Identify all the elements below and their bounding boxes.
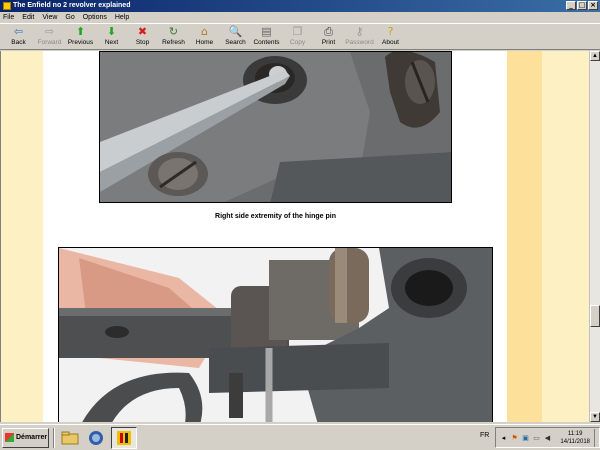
right-outer-band: [542, 51, 589, 422]
toolbar-button-about[interactable]: ? About: [375, 24, 406, 50]
scroll-down-arrow-icon[interactable]: ▼: [590, 412, 600, 422]
menu-options[interactable]: Options: [83, 14, 107, 21]
start-label: Démarrer: [16, 434, 48, 441]
toolbar-button-next[interactable]: ⬇ Next: [96, 24, 127, 50]
toolbar-button-refresh[interactable]: ↻ Refresh: [158, 24, 189, 50]
print-icon: ⎙: [324, 25, 333, 38]
menu-go[interactable]: Go: [65, 14, 74, 21]
taskbar-item-help-viewer[interactable]: [111, 426, 137, 449]
toolbar-button-previous[interactable]: ⬆ Previous: [65, 24, 96, 50]
network-icon[interactable]: ▣: [521, 433, 530, 442]
toolbar-button-home[interactable]: ⌂ Home: [189, 24, 220, 50]
menu-file[interactable]: File: [3, 14, 14, 21]
menu-edit[interactable]: Edit: [22, 14, 34, 21]
security-shield-icon[interactable]: ⚑: [510, 433, 519, 442]
windows-logo-icon: [5, 433, 14, 442]
toolbar-button-label: Print: [321, 39, 336, 46]
toolbar-button-label: Back: [11, 39, 26, 46]
key-icon: ⚷: [355, 25, 364, 38]
clock-date: 14/11/2018: [560, 438, 590, 445]
contents-icon: ▤: [261, 25, 272, 38]
window-title: The Enfield no 2 revolver explained: [13, 2, 131, 9]
window-controls: _ □ ×: [566, 1, 598, 10]
forward-arrow-icon: ⇨: [44, 25, 55, 38]
system-tray: ◂ ⚑ ▣ ▭ ◀ 11:19 14/11/2018: [495, 427, 600, 448]
menu-help[interactable]: Help: [115, 14, 129, 21]
close-button[interactable]: ×: [588, 1, 598, 10]
toolbar-button-copy[interactable]: ❐ Copy: [282, 24, 313, 50]
toolbar-button-label: Forward: [37, 39, 62, 46]
maximize-button[interactable]: □: [577, 1, 587, 10]
hinge-pin-photo: [99, 51, 452, 203]
explorer-folder-icon[interactable]: [59, 428, 81, 448]
clock[interactable]: 11:19 14/11/2018: [560, 430, 590, 446]
display-icon[interactable]: ▭: [532, 433, 541, 442]
clock-time: 11:19: [567, 430, 583, 437]
taskbar-separator: [53, 427, 55, 448]
toolbar-button-contents[interactable]: ▤ Contents: [251, 24, 282, 50]
title-bar[interactable]: The Enfield no 2 revolver explained _ □ …: [0, 0, 600, 12]
language-indicator[interactable]: FR: [480, 432, 489, 439]
back-arrow-icon: ⇦: [13, 25, 24, 38]
toolbar-button-label: Password: [345, 39, 374, 46]
start-button[interactable]: Démarrer: [2, 427, 49, 448]
revolver-frame-photo: [58, 247, 493, 422]
toolbar-button-label: Stop: [135, 39, 150, 46]
toolbar-button-label: Previous: [67, 39, 94, 46]
show-desktop-icon[interactable]: [594, 428, 599, 447]
thunderbird-icon[interactable]: [85, 428, 107, 448]
taskbar: Démarrer FR ◂ ⚑ ▣ ▭ ◀ 11:19 14/11/2018: [0, 424, 600, 450]
page-content[interactable]: Right side extremity of the hinge pin: [0, 51, 589, 422]
next-down-arrow-icon: ⬇: [106, 25, 117, 38]
stop-icon: ✖: [137, 25, 148, 38]
left-margin-band: [1, 51, 43, 422]
menu-view[interactable]: View: [42, 14, 57, 21]
home-icon: ⌂: [201, 25, 208, 38]
toolbar-button-label: About: [382, 39, 399, 46]
photo-caption: Right side extremity of the hinge pin: [215, 213, 336, 220]
toolbar: ⇦ Back ⇨ Forward ⬆ Previous ⬇ Next ✖ Stop ↻ Refresh…: [0, 23, 600, 50]
search-icon: 🔍: [228, 25, 243, 38]
toolbar-button-search[interactable]: 🔍 Search: [220, 24, 251, 50]
menu-bar: File Edit View Go Options Help: [0, 12, 600, 23]
scroll-thumb[interactable]: [590, 305, 600, 327]
minimize-button[interactable]: _: [566, 1, 576, 10]
previous-up-arrow-icon: ⬆: [75, 25, 86, 38]
toolbar-button-label: Copy: [289, 39, 306, 46]
toolbar-button-label: Refresh: [162, 39, 185, 46]
tray-arrow-icon[interactable]: ◂: [499, 433, 508, 442]
toolbar-button-back[interactable]: ⇦ Back: [3, 24, 34, 50]
vertical-scrollbar[interactable]: ▲ ▼: [589, 51, 600, 422]
toolbar-button-print[interactable]: ⎙ Print: [313, 24, 344, 50]
toolbar-button-stop[interactable]: ✖ Stop: [127, 24, 158, 50]
copy-icon: ❐: [292, 25, 303, 38]
toolbar-button-forward[interactable]: ⇨ Forward: [34, 24, 65, 50]
toolbar-button-label: Contents: [253, 39, 280, 46]
right-margin-band: [507, 51, 542, 422]
refresh-icon: ↻: [168, 25, 179, 38]
volume-icon[interactable]: ◀: [543, 433, 552, 442]
toolbar-button-label: Next: [104, 39, 119, 46]
toolbar-button-label: Search: [225, 39, 246, 46]
app-icon: [3, 2, 11, 10]
toolbar-button-label: Home: [195, 39, 214, 46]
about-icon: ?: [387, 25, 394, 38]
toolbar-button-password[interactable]: ⚷ Password: [344, 24, 375, 50]
scroll-up-arrow-icon[interactable]: ▲: [590, 51, 600, 61]
